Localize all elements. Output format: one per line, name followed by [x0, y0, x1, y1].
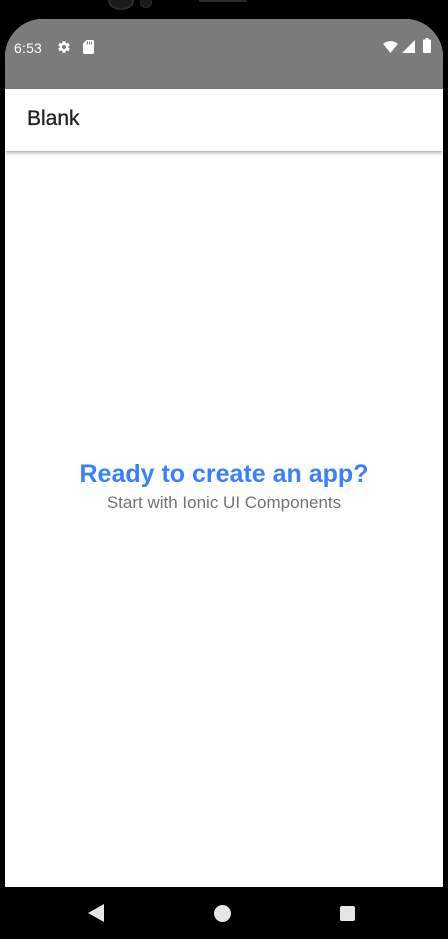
back-icon[interactable] — [88, 904, 104, 922]
status-bar: 6:53 — [5, 19, 443, 89]
app-header: Blank — [5, 89, 443, 151]
page-title: Blank — [27, 107, 80, 130]
signal-icon — [402, 40, 415, 53]
empty-state-subtitle: Start with Ionic UI Components — [106, 493, 342, 512]
status-time: 6:53 — [14, 40, 43, 56]
sd-card-icon — [83, 40, 94, 54]
empty-state-container: Ready to create an app? Start with Ionic… — [5, 458, 443, 514]
home-icon[interactable] — [214, 905, 231, 922]
empty-state-title: Ready to create an app? — [79, 460, 369, 488]
system-navigation-bar — [5, 887, 443, 939]
earpiece-speaker — [199, 0, 247, 2]
content-area[interactable]: Ready to create an app? Start with Ionic… — [5, 151, 443, 887]
sensor — [140, 0, 152, 8]
device-frame: 6:53 Blank Ready to create an app? Start… — [0, 0, 448, 939]
gear-icon — [58, 41, 70, 53]
wifi-icon — [383, 41, 398, 53]
screen: 6:53 Blank Ready to create an app? Start… — [5, 19, 443, 939]
front-camera — [108, 0, 134, 10]
battery-icon — [423, 38, 431, 53]
recents-icon[interactable] — [340, 906, 355, 921]
